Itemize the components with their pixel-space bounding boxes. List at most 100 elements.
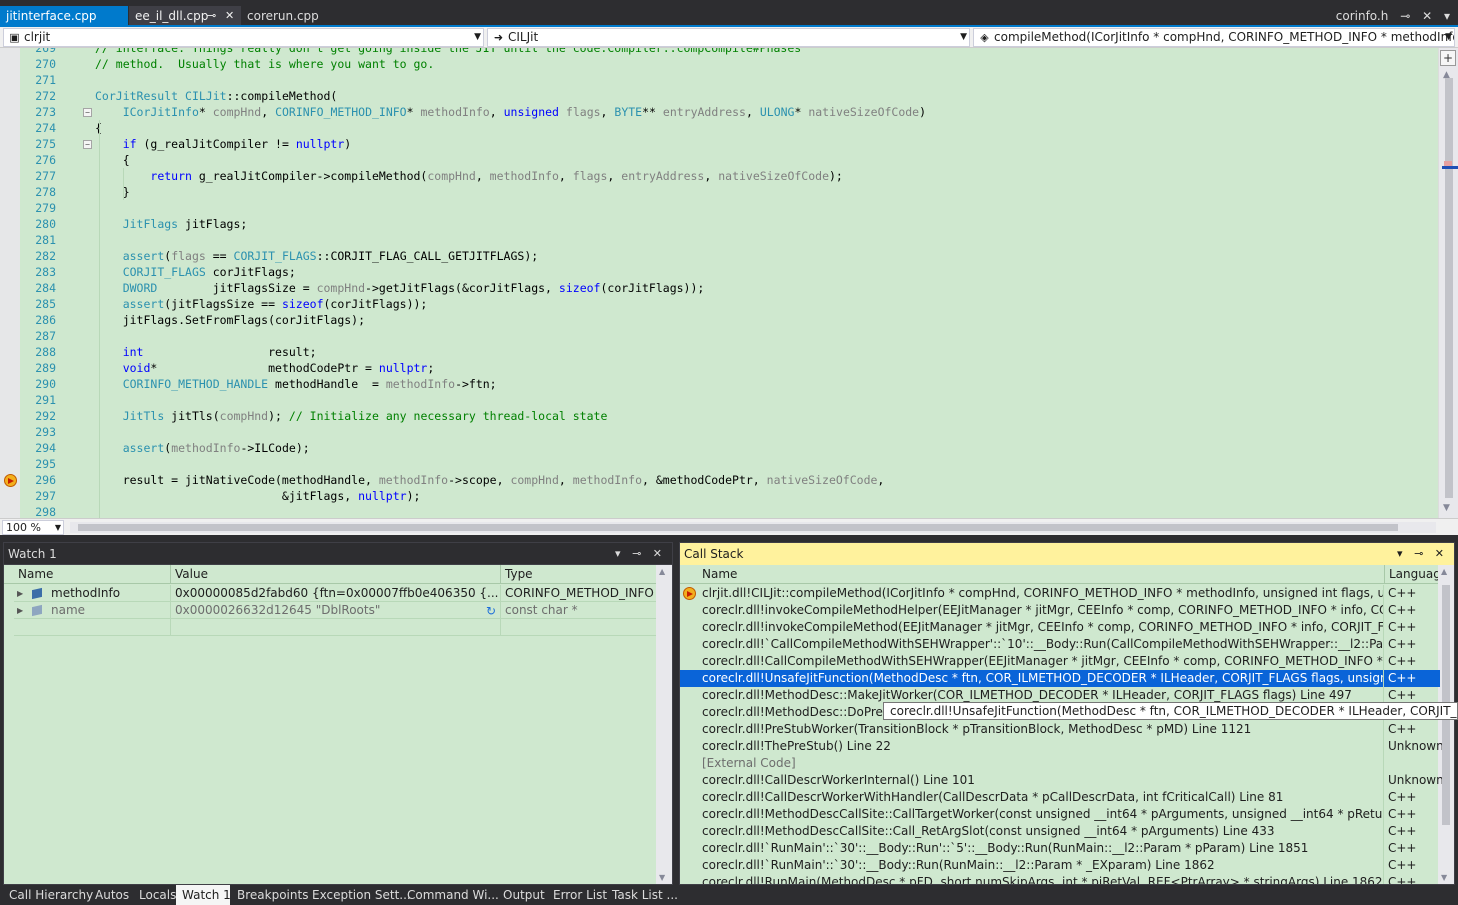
preview-tab[interactable]: corinfo.h ⊸ ✕ ▾ bbox=[1328, 6, 1450, 27]
code-line[interactable]: 296 result = jitNativeCode(methodHandle,… bbox=[20, 472, 1438, 488]
code-line[interactable]: 289 void* methodCodePtr = nullptr; bbox=[20, 360, 1438, 376]
split-window-icon[interactable]: + bbox=[1440, 50, 1456, 66]
call-stack-frame[interactable]: coreclr.dll!UnsafeJitFunction(MethodDesc… bbox=[680, 670, 1440, 687]
call-stack-frame[interactable]: coreclr.dll!`CallCompileMethodWithSEHWra… bbox=[680, 636, 1440, 653]
close-icon[interactable]: ✕ bbox=[1422, 9, 1432, 23]
code-line[interactable]: 271 bbox=[20, 72, 1438, 88]
code-line[interactable]: 292 JitTls jitTls(compHnd); // Initializ… bbox=[20, 408, 1438, 424]
watch-name[interactable]: methodInfo bbox=[14, 585, 171, 602]
call-stack-frame[interactable]: coreclr.dll!CallDescrWorkerWithHandler(C… bbox=[680, 789, 1440, 806]
call-stack-frame[interactable]: coreclr.dll!MethodDescCallSite::Call_Ret… bbox=[680, 823, 1440, 840]
collapse-icon[interactable]: − bbox=[83, 140, 92, 149]
watch-value[interactable]: 0x00000085d2fabd60 {ftn=0x00007ffb0e4063… bbox=[171, 585, 501, 602]
call-stack-frame[interactable]: coreclr.dll!ThePreStub() Line 22 Unknown bbox=[680, 738, 1442, 755]
code-line[interactable]: 279 bbox=[20, 200, 1438, 216]
call-stack-frame[interactable]: coreclr.dll!CallCompileMethodWithSEHWrap… bbox=[680, 653, 1440, 670]
zoom-dropdown[interactable]: 100 % ▼ bbox=[2, 520, 64, 535]
code-line[interactable]: 277 return g_realJitCompiler->compileMet… bbox=[20, 168, 1438, 184]
code-line[interactable]: 274{ bbox=[20, 120, 1438, 136]
watch-value[interactable]: 0x0000026632d12645 "DblRoots" bbox=[171, 602, 501, 619]
watch-row[interactable]: ▶ methodInfo 0x00000085d2fabd60 {ftn=0x0… bbox=[4, 585, 656, 602]
column-language[interactable]: Language bbox=[1385, 565, 1445, 584]
code-line[interactable]: 270 // method. Usually that is where you … bbox=[20, 56, 1438, 72]
scroll-down-icon[interactable]: ▼ bbox=[659, 873, 665, 882]
code-line[interactable]: 286 jitFlags.SetFromFlags(corJitFlags); bbox=[20, 312, 1438, 328]
code-line[interactable]: 283 CORJIT_FLAGS corJitFlags; bbox=[20, 264, 1438, 280]
code-line[interactable]: 281 bbox=[20, 232, 1438, 248]
scroll-up-icon[interactable]: ▲ bbox=[659, 567, 665, 576]
code-line[interactable]: 290 CORINFO_METHOD_HANDLE methodHandle =… bbox=[20, 376, 1438, 392]
watch-new-item[interactable] bbox=[14, 619, 171, 636]
scope-dropdown[interactable]: ➜ CILJit ▼ bbox=[487, 28, 970, 47]
tool-tab[interactable]: Command Wi... bbox=[401, 885, 499, 905]
watch-name[interactable]: name bbox=[14, 602, 171, 619]
dropdown-icon[interactable]: ▾ bbox=[1444, 9, 1450, 23]
code-line[interactable]: 275 − if (g_realJitCompiler != nullptr) bbox=[20, 136, 1438, 152]
scrollbar-thumb[interactable] bbox=[1445, 78, 1453, 498]
tool-tab[interactable]: Error List bbox=[547, 885, 607, 905]
tab-ee-il-dll-cpp[interactable]: ee_il_dll.cpp ⊸ ✕ bbox=[129, 6, 241, 27]
code-line[interactable]: 298 bbox=[20, 504, 1438, 518]
call-stack-frame[interactable]: coreclr.dll!invokeCompileMethodHelper(EE… bbox=[680, 602, 1440, 619]
call-stack-frame[interactable]: clrjit.dll!CILJit::compileMethod(ICorJit… bbox=[680, 585, 1440, 602]
member-dropdown[interactable]: ◈ compileMethod(ICorJitInfo * compHnd, C… bbox=[973, 28, 1455, 47]
code-line[interactable]: 285 assert(jitFlagsSize == sizeof(corJit… bbox=[20, 296, 1438, 312]
code-line[interactable]: 272 CorJitResult CILJit::compileMethod( bbox=[20, 88, 1438, 104]
call-stack-frame[interactable]: [External Code] bbox=[680, 755, 1440, 772]
glyph-margin[interactable] bbox=[0, 48, 20, 518]
call-stack-frame[interactable]: coreclr.dll!MethodDescCallSite::CallTarg… bbox=[680, 806, 1440, 823]
pin-icon[interactable]: ⊸ bbox=[1400, 9, 1410, 23]
code-line[interactable]: 295 bbox=[20, 456, 1438, 472]
window-controls[interactable]: ▾ ⊸ ✕ bbox=[1397, 543, 1448, 565]
code-line[interactable]: 293 bbox=[20, 424, 1438, 440]
tab-jitinterface-cpp[interactable]: jitinterface.cpp bbox=[0, 6, 128, 27]
scroll-down-icon[interactable]: ▼ bbox=[1443, 503, 1450, 513]
code-line[interactable]: 273 − ICorJitInfo* compHnd, CORINFO_METHO… bbox=[20, 104, 1438, 120]
code-line[interactable]: 284 DWORD jitFlagsSize = compHnd->getJit… bbox=[20, 280, 1438, 296]
code-line[interactable]: 291 bbox=[20, 392, 1438, 408]
scroll-up-icon[interactable]: ▲ bbox=[1441, 567, 1447, 576]
column-value[interactable]: Value bbox=[171, 565, 501, 584]
close-icon[interactable]: ✕ bbox=[225, 6, 234, 26]
call-stack-frame[interactable]: coreclr.dll!RunMain(MethodDesc * pFD, sh… bbox=[680, 874, 1440, 884]
vertical-scrollbar[interactable]: + ▲ ▼ bbox=[1438, 48, 1458, 518]
code-line[interactable]: 297 &jitFlags, nullptr); bbox=[20, 488, 1438, 504]
tool-tab[interactable]: Breakpoints bbox=[231, 885, 308, 905]
tab-corerun-cpp[interactable]: corerun.cpp bbox=[241, 6, 351, 27]
tool-tab[interactable]: Output bbox=[497, 885, 546, 905]
call-stack-frame[interactable]: coreclr.dll!invokeCompileMethod(EEJitMan… bbox=[680, 619, 1440, 636]
tool-tab[interactable]: Call Hierarchy bbox=[3, 885, 93, 905]
code-line[interactable]: 280 JitFlags jitFlags; bbox=[20, 216, 1438, 232]
refresh-icon[interactable]: ↻ bbox=[486, 603, 496, 620]
column-name[interactable]: Name bbox=[698, 565, 1385, 584]
horizontal-scrollbar[interactable] bbox=[70, 522, 1436, 533]
watch-empty-row[interactable] bbox=[4, 619, 656, 636]
column-name[interactable]: Name bbox=[14, 565, 171, 584]
call-stack-frame[interactable]: coreclr.dll!`RunMain'::`30'::__Body::Run… bbox=[680, 857, 1440, 874]
tool-tab[interactable]: Locals bbox=[133, 885, 176, 905]
call-stack-frame[interactable]: coreclr.dll!`RunMain'::`30'::__Body::Run… bbox=[680, 840, 1440, 857]
code-line[interactable]: 269 // interface. Things really don't get… bbox=[20, 48, 1438, 56]
tool-tab[interactable]: Exception Sett... bbox=[306, 885, 411, 905]
call-stack-frame[interactable]: coreclr.dll!PreStubWorker(TransitionBloc… bbox=[680, 721, 1440, 738]
code-editor[interactable]: 269 // interface. Things really don't get… bbox=[0, 48, 1458, 518]
project-dropdown[interactable]: ▣ clrjit ▼ bbox=[3, 28, 484, 47]
code-line[interactable]: 276 { bbox=[20, 152, 1438, 168]
pin-icon[interactable]: ⊸ bbox=[207, 6, 216, 26]
code-area[interactable]: 269 // interface. Things really don't get… bbox=[20, 48, 1438, 518]
code-line[interactable]: 278 } bbox=[20, 184, 1438, 200]
tool-tab[interactable]: Task List ... bbox=[606, 885, 678, 905]
column-type[interactable]: Type bbox=[501, 565, 656, 584]
code-line[interactable]: 287 bbox=[20, 328, 1438, 344]
code-line[interactable]: 282 assert(flags == CORJIT_FLAGS::CORJIT… bbox=[20, 248, 1438, 264]
code-line[interactable]: 294 assert(methodInfo->ILCode); bbox=[20, 440, 1438, 456]
watch-row[interactable]: ▶ name 0x0000026632d12645 "DblRoots" ↻ c… bbox=[4, 602, 656, 619]
window-controls[interactable]: ▾ ⊸ ✕ bbox=[615, 543, 666, 565]
scrollbar-thumb[interactable] bbox=[78, 524, 1398, 531]
call-stack-frame[interactable]: coreclr.dll!CallDescrWorkerInternal() Li… bbox=[680, 772, 1442, 789]
code-line[interactable]: 288 int result; bbox=[20, 344, 1438, 360]
tool-tab[interactable]: Autos bbox=[89, 885, 132, 905]
tool-tab[interactable]: Watch 1 bbox=[176, 885, 231, 905]
watch-scrollbar[interactable]: ▲ ▼ bbox=[656, 565, 672, 884]
collapse-icon[interactable]: − bbox=[83, 108, 92, 117]
